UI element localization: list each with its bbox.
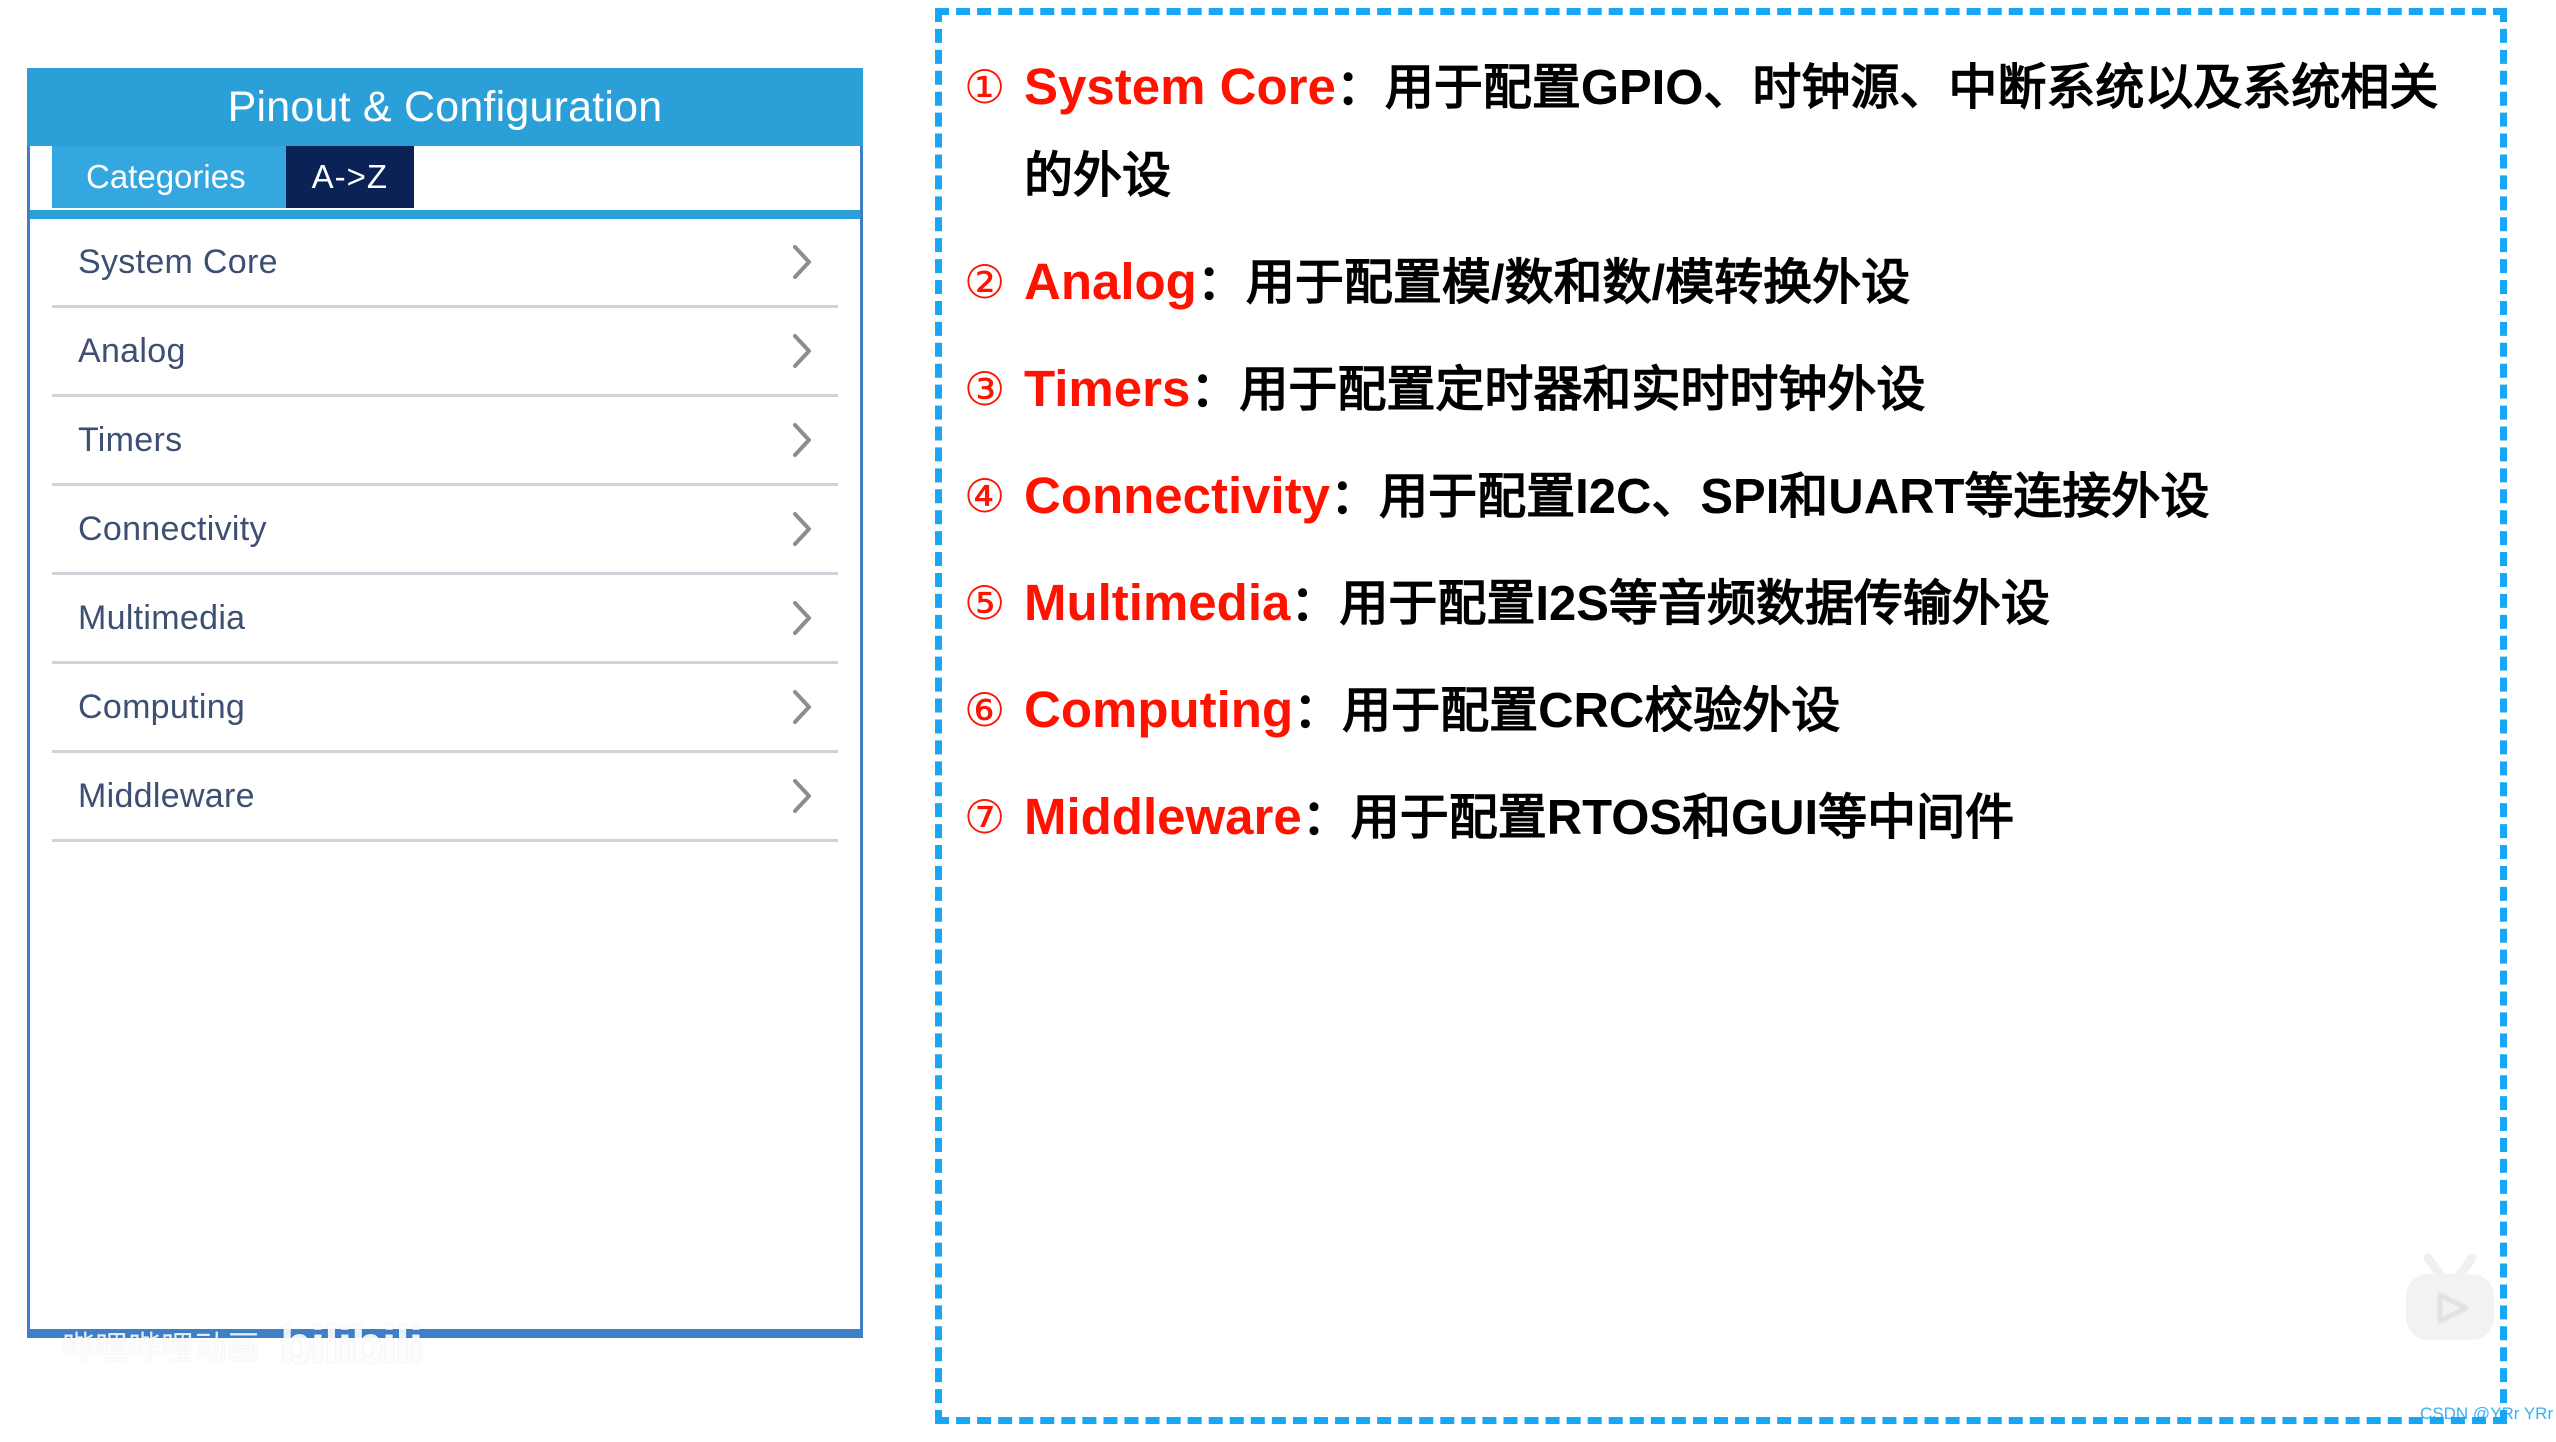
note-number: ⑥ <box>964 683 1006 737</box>
note-keyword: Connectivity <box>1024 467 1331 524</box>
tab-a-to-z-label: A->Z <box>311 158 389 195</box>
note-separator: ： <box>1330 470 1380 524</box>
category-label: Connectivity <box>78 509 267 548</box>
category-list: System Core Analog Timers Connectivity M… <box>30 219 860 842</box>
annotation-notes-list: ① System Core：用于配置GPIO、时钟源、中断系统以及系统相关的外设… <box>964 43 2486 1407</box>
tab-categories[interactable]: Categories <box>52 146 286 208</box>
note-item-2: ② Analog：用于配置模/数和数/模转换外设 <box>964 238 2486 327</box>
note-text: System Core：用于配置GPIO、时钟源、中断系统以及系统相关的外设 <box>1024 43 2486 220</box>
note-text: Multimedia：用于配置I2S等音频数据传输外设 <box>1024 559 2486 648</box>
chevron-right-icon[interactable] <box>790 777 816 815</box>
note-separator: ： <box>1293 684 1343 738</box>
category-row-connectivity[interactable]: Connectivity <box>52 486 838 575</box>
chevron-right-icon[interactable] <box>790 688 816 726</box>
note-keyword: Multimedia <box>1024 574 1291 631</box>
note-description: 用于配置模/数和数/模转换外设 <box>1245 256 1911 310</box>
note-text: Connectivity：用于配置I2C、SPI和UART等连接外设 <box>1024 452 2486 541</box>
category-row-computing[interactable]: Computing <box>52 664 838 753</box>
note-text: Timers：用于配置定时器和实时时钟外设 <box>1024 345 2486 434</box>
note-keyword: Analog <box>1024 253 1197 310</box>
note-description: 用于配置RTOS和GUI等中间件 <box>1350 791 2015 845</box>
category-label: System Core <box>78 242 278 281</box>
note-item-4: ④ Connectivity：用于配置I2C、SPI和UART等连接外设 <box>964 452 2486 541</box>
tab-categories-label: Categories <box>86 158 246 195</box>
note-number: ① <box>964 60 1006 114</box>
note-number: ⑦ <box>964 790 1006 844</box>
note-separator: ： <box>1196 256 1246 310</box>
note-number: ② <box>964 255 1006 309</box>
note-keyword: System Core <box>1024 58 1336 115</box>
chevron-right-icon[interactable] <box>790 332 816 370</box>
note-item-7: ⑦ Middleware：用于配置RTOS和GUI等中间件 <box>964 773 2486 862</box>
category-row-analog[interactable]: Analog <box>52 308 838 397</box>
note-number: ⑤ <box>964 576 1006 630</box>
note-number: ④ <box>964 469 1006 523</box>
tab-strip: Categories A->Z <box>30 146 860 219</box>
chevron-right-icon[interactable] <box>790 243 816 281</box>
note-keyword: Computing <box>1024 681 1294 738</box>
category-label: Multimedia <box>78 598 246 637</box>
category-row-system-core[interactable]: System Core <box>52 219 838 308</box>
note-description: 用于配置I2C、SPI和UART等连接外设 <box>1379 470 2210 524</box>
note-item-5: ⑤ Multimedia：用于配置I2S等音频数据传输外设 <box>964 559 2486 648</box>
csdn-watermark: CSDN @YRr YRr <box>2420 1404 2554 1423</box>
note-item-1: ① System Core：用于配置GPIO、时钟源、中断系统以及系统相关的外设 <box>964 43 2486 220</box>
panel-header-title: Pinout & Configuration <box>27 68 863 146</box>
note-separator: ： <box>1190 363 1240 417</box>
note-description: 用于配置定时器和实时时钟外设 <box>1239 363 1926 417</box>
note-keyword: Middleware <box>1024 788 1302 845</box>
note-text: Computing：用于配置CRC校验外设 <box>1024 666 2486 755</box>
category-row-middleware[interactable]: Middleware <box>52 753 838 842</box>
panel-body: Categories A->Z System Core Analog Timer <box>27 146 863 1338</box>
note-description: 用于配置CRC校验外设 <box>1342 684 1841 738</box>
category-row-multimedia[interactable]: Multimedia <box>52 575 838 664</box>
note-text: Analog：用于配置模/数和数/模转换外设 <box>1024 238 2486 327</box>
category-label: Timers <box>78 420 183 459</box>
chevron-right-icon[interactable] <box>790 510 816 548</box>
note-separator: ： <box>1301 791 1351 845</box>
category-label: Analog <box>78 331 186 370</box>
chevron-right-icon[interactable] <box>790 421 816 459</box>
note-separator: ： <box>1290 577 1340 631</box>
note-text: Middleware：用于配置RTOS和GUI等中间件 <box>1024 773 2486 862</box>
note-description: 用于配置I2S等音频数据传输外设 <box>1339 577 2050 631</box>
category-label: Middleware <box>78 776 255 815</box>
note-keyword: Timers <box>1024 360 1191 417</box>
pinout-configuration-panel: Pinout & Configuration Categories A->Z S… <box>27 68 863 1338</box>
note-separator: ： <box>1335 61 1385 115</box>
note-number: ③ <box>964 362 1006 416</box>
note-item-3: ③ Timers：用于配置定时器和实时时钟外设 <box>964 345 2486 434</box>
category-row-timers[interactable]: Timers <box>52 397 838 486</box>
note-item-6: ⑥ Computing：用于配置CRC校验外设 <box>964 666 2486 755</box>
category-label: Computing <box>78 687 246 726</box>
tab-a-to-z[interactable]: A->Z <box>285 146 415 208</box>
annotation-dashed-box: ① System Core：用于配置GPIO、时钟源、中断系统以及系统相关的外设… <box>935 8 2507 1424</box>
chevron-right-icon[interactable] <box>790 599 816 637</box>
